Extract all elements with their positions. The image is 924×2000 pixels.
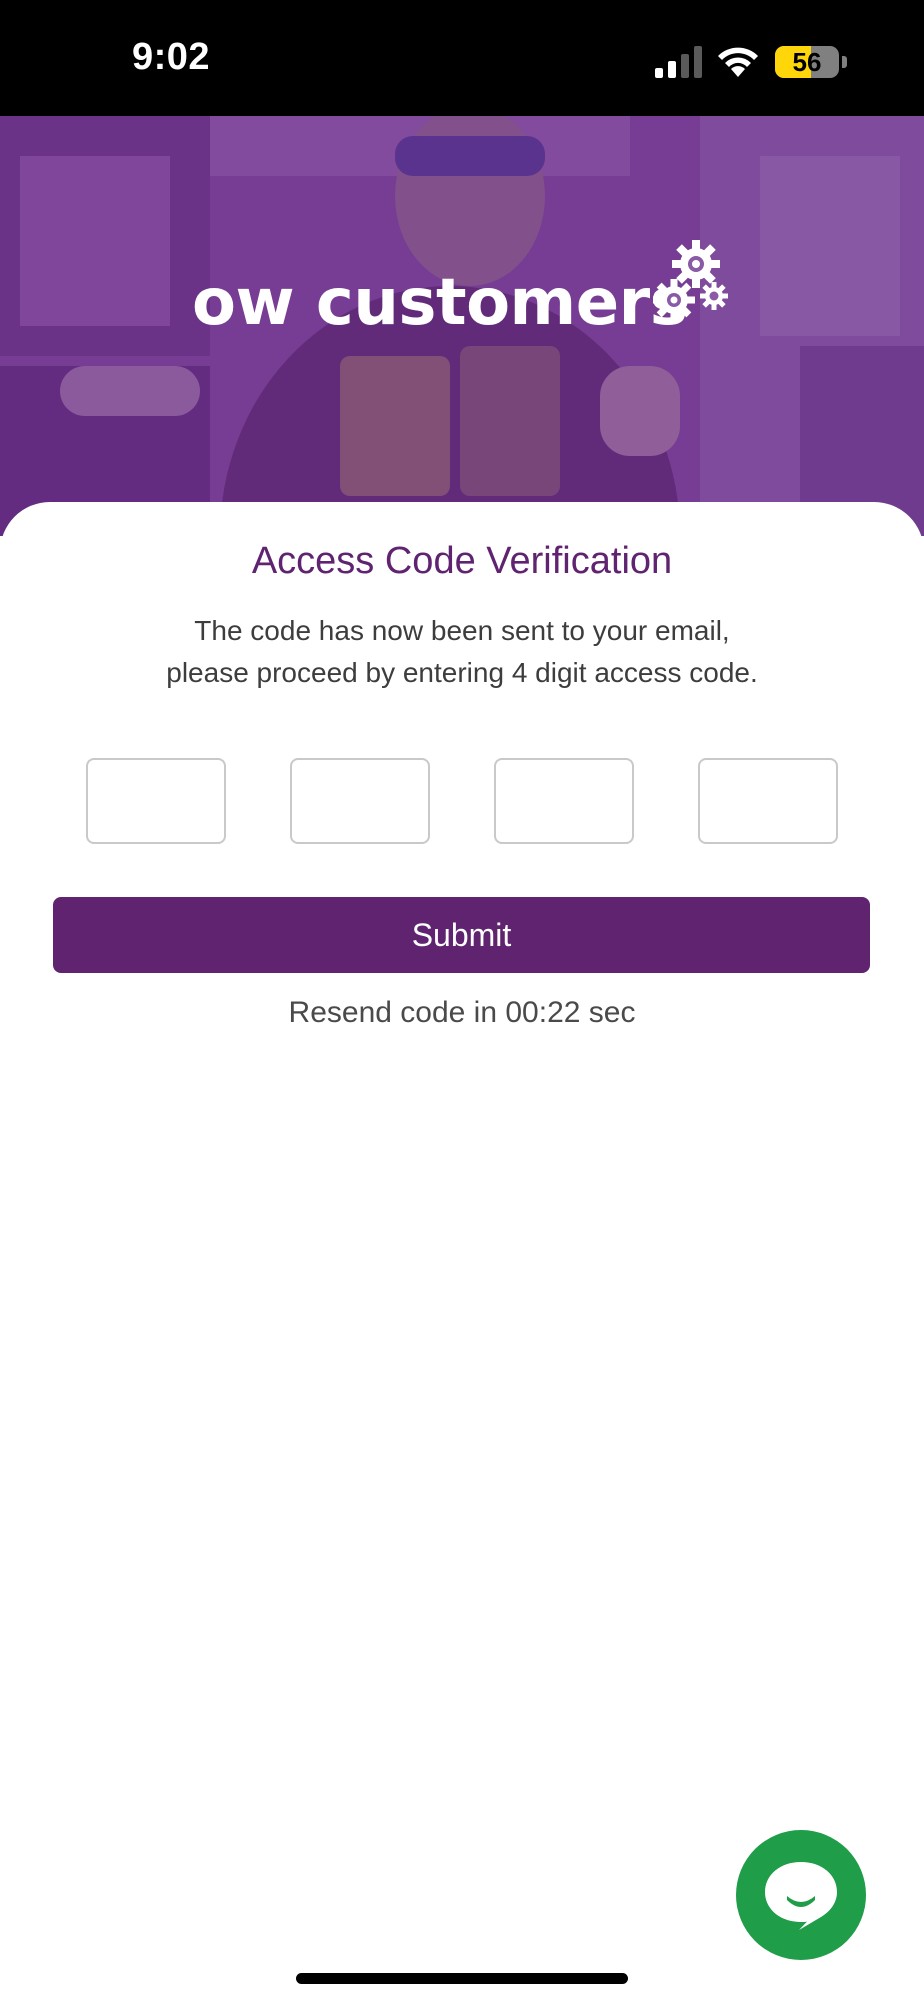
code-digit-3-input[interactable]	[494, 758, 634, 844]
submit-button[interactable]: Submit	[53, 897, 870, 973]
cellular-signal-icon	[655, 46, 702, 78]
code-digit-4-input[interactable]	[698, 758, 838, 844]
chat-button[interactable]	[736, 1830, 866, 1960]
status-time: 9:02	[132, 36, 211, 78]
chat-bubble-icon	[765, 1862, 837, 1930]
code-digit-1-input[interactable]	[86, 758, 226, 844]
wifi-icon	[718, 47, 758, 77]
hero-banner: ow customers	[0, 116, 924, 536]
battery-tip	[842, 56, 847, 68]
brand-text: ow customers	[192, 266, 688, 340]
status-bar: 9:02 56	[0, 0, 924, 116]
instructions-line-1: The code has now been sent to your email…	[194, 615, 730, 646]
battery-indicator: 56	[775, 46, 847, 78]
instructions-text: The code has now been sent to your email…	[0, 610, 924, 694]
code-digit-2-input[interactable]	[290, 758, 430, 844]
verification-card	[0, 502, 924, 2000]
page-title: Access Code Verification	[251, 540, 673, 582]
home-indicator	[296, 1973, 628, 1984]
instructions-line-2: please proceed by entering 4 digit acces…	[166, 657, 758, 688]
battery-level: 56	[792, 47, 822, 77]
gears-icon	[653, 240, 728, 321]
resend-code-timer: Resend code in 00:22 sec	[288, 996, 636, 1029]
battery-body: 56	[775, 46, 839, 78]
